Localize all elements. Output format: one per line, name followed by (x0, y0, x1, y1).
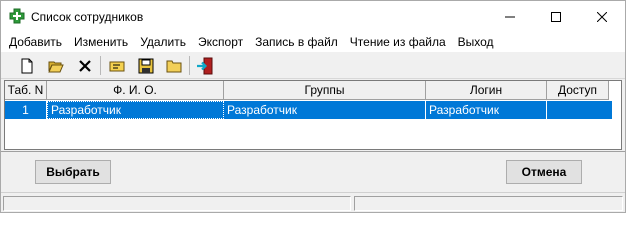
title-bar[interactable]: Список сотрудников (1, 1, 625, 32)
exit-door-icon (196, 57, 212, 75)
menu-exit[interactable]: Выход (452, 35, 500, 49)
cancel-button[interactable]: Отмена (506, 160, 582, 184)
select-button[interactable]: Выбрать (35, 160, 111, 184)
status-panel (3, 196, 351, 211)
close-button[interactable] (579, 1, 625, 32)
toolbar-separator (189, 56, 190, 75)
delete-button[interactable] (73, 55, 96, 77)
minimize-icon (505, 16, 515, 17)
minimize-button[interactable] (487, 1, 533, 32)
column-header-fio[interactable]: Ф. И. О. (47, 81, 224, 100)
menu-add[interactable]: Добавить (1, 35, 68, 49)
menu-bar: Добавить Изменить Удалить Экспорт Запись… (1, 32, 625, 52)
menu-edit[interactable]: Изменить (68, 35, 134, 49)
menu-delete[interactable]: Удалить (134, 35, 192, 49)
toolbar (1, 52, 625, 79)
column-header-login[interactable]: Логин (426, 81, 547, 100)
cell-tab[interactable]: 1 (5, 101, 47, 119)
toolbar-separator (100, 56, 101, 75)
cell-access[interactable] (547, 101, 612, 119)
folder-icon (166, 60, 181, 73)
edit-button[interactable] (105, 55, 128, 77)
menu-write-file[interactable]: Запись в файл (249, 35, 344, 49)
table-row[interactable]: 1 Разработчик Разработчик Разработчик (5, 101, 612, 119)
maximize-button[interactable] (533, 1, 579, 32)
edit-icon (109, 61, 124, 72)
status-bar (1, 194, 625, 212)
menu-read-file[interactable]: Чтение из файла (344, 35, 452, 49)
maximize-icon (551, 11, 561, 22)
column-header-groups[interactable]: Группы (224, 81, 426, 100)
employees-grid[interactable]: Таб. N Ф. И. О. Группы Логин Доступ 1 Ра… (4, 80, 622, 150)
folder-button[interactable] (162, 55, 185, 77)
menu-export[interactable]: Экспорт (192, 35, 249, 49)
save-disk-icon (138, 58, 153, 74)
save-button[interactable] (134, 55, 157, 77)
window-title: Список сотрудников (31, 10, 144, 24)
new-button[interactable] (15, 55, 38, 77)
cell-login[interactable]: Разработчик (426, 101, 547, 119)
status-panel (354, 196, 623, 211)
green-cross-app-icon (9, 8, 25, 24)
close-icon (597, 11, 607, 22)
delete-x-icon (78, 60, 91, 72)
exit-button[interactable] (193, 55, 216, 77)
open-folder-icon (47, 61, 64, 73)
button-panel: Выбрать Отмена (1, 151, 625, 193)
cell-groups[interactable]: Разработчик (224, 101, 426, 119)
open-button[interactable] (44, 55, 67, 77)
column-header-tab[interactable]: Таб. N (5, 81, 47, 100)
cell-fio[interactable]: Разработчик (47, 101, 224, 119)
new-document-icon (21, 58, 32, 74)
employees-window: Список сотрудников Добавить Изменить Уда… (0, 0, 626, 213)
column-header-access[interactable]: Доступ (547, 81, 609, 100)
